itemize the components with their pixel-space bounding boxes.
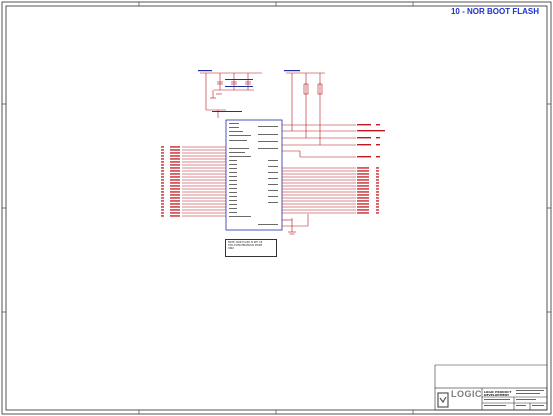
data-net-label — [357, 212, 369, 214]
sheet-title: 10 - NOR BOOT FLASH — [450, 7, 539, 16]
data-bus-right-labels — [357, 167, 379, 214]
data-pin-number — [376, 188, 379, 190]
address-net-label — [170, 197, 180, 199]
address-net-label — [170, 149, 180, 151]
data-pin-number — [376, 212, 379, 214]
address-pin-number — [161, 146, 164, 148]
control-signal-labels — [357, 124, 385, 158]
address-net-label — [170, 215, 180, 217]
address-net-label — [170, 146, 180, 148]
address-net-label — [170, 209, 180, 211]
address-net-label — [170, 194, 180, 196]
data-net-label — [357, 170, 369, 172]
data-net-label — [357, 188, 369, 190]
address-net-label — [170, 206, 180, 208]
data-net-label — [357, 209, 369, 211]
data-net-label — [357, 167, 369, 169]
address-net-label — [170, 173, 180, 175]
data-net-label — [357, 203, 369, 205]
address-pin-number — [161, 179, 164, 181]
async-mode-note: NOTE: NOR FLASH IS SET UP FOR ASYNCHRONO… — [225, 239, 277, 257]
data-pin-number — [376, 185, 379, 187]
address-pin-number — [161, 176, 164, 178]
address-net-label — [170, 164, 180, 166]
data-net-label — [357, 173, 369, 175]
address-pin-number — [161, 194, 164, 196]
address-net-label — [170, 158, 180, 160]
logo-wordmark: LOGIC — [451, 389, 482, 399]
address-pin-number — [161, 161, 164, 163]
address-pin-number — [161, 167, 164, 169]
nor-flash-chip — [225, 119, 283, 231]
data-pin-number — [376, 170, 379, 172]
data-pin-number — [376, 191, 379, 193]
data-pin-number — [376, 173, 379, 175]
address-pin-number — [161, 164, 164, 166]
data-pin-number — [376, 197, 379, 199]
address-net-label — [170, 176, 180, 178]
pullup-resistors — [286, 72, 325, 145]
data-pin-number — [376, 179, 379, 181]
address-net-label — [170, 152, 180, 154]
data-net-label — [357, 200, 369, 202]
address-pin-number — [161, 155, 164, 157]
data-pin-number — [376, 200, 379, 202]
data-pin-number — [376, 182, 379, 184]
data-net-label — [357, 182, 369, 184]
data-net-label — [357, 206, 369, 208]
address-pin-number — [161, 158, 164, 160]
data-net-label — [357, 191, 369, 193]
address-pin-number — [161, 215, 164, 217]
data-net-label — [357, 185, 369, 187]
data-net-label — [357, 176, 369, 178]
address-net-label — [170, 212, 180, 214]
address-net-label — [170, 161, 180, 163]
data-pin-number — [376, 176, 379, 178]
data-pin-number — [376, 203, 379, 205]
address-pin-number — [161, 185, 164, 187]
data-net-label — [357, 194, 369, 196]
data-bus-right — [282, 167, 356, 214]
control-signals-right — [282, 124, 356, 158]
address-net-label — [170, 167, 180, 169]
address-pin-number — [161, 200, 164, 202]
address-net-label — [170, 203, 180, 205]
address-pin-number — [161, 182, 164, 184]
address-pin-number — [161, 197, 164, 199]
address-pin-number — [161, 212, 164, 214]
address-pin-number — [161, 209, 164, 211]
address-net-label — [170, 182, 180, 184]
address-pin-number — [161, 170, 164, 172]
data-pin-number — [376, 167, 379, 169]
address-net-label — [170, 191, 180, 193]
address-pin-number — [161, 188, 164, 190]
address-net-label — [170, 155, 180, 157]
address-pin-number — [161, 173, 164, 175]
note-line-3: ONLY — [228, 247, 235, 251]
data-pin-number — [376, 206, 379, 208]
data-net-label — [357, 179, 369, 181]
data-pin-number — [376, 194, 379, 196]
company-line-2: DEVELOPMENT — [484, 393, 510, 398]
address-net-label — [170, 188, 180, 190]
data-net-label — [357, 197, 369, 199]
address-pin-number — [161, 203, 164, 205]
address-net-label — [170, 179, 180, 181]
address-pin-number — [161, 149, 164, 151]
address-pin-number — [161, 191, 164, 193]
address-pin-number — [161, 206, 164, 208]
title-block-company: LOGIC PRODUCT DEVELOPMENT — [484, 390, 511, 398]
address-net-label — [170, 200, 180, 202]
schematic-sheet — [1, 1, 552, 415]
address-pin-number — [161, 152, 164, 154]
data-pin-number — [376, 209, 379, 211]
address-bus-left-labels — [161, 146, 180, 217]
address-bus-left — [182, 146, 226, 217]
address-net-label — [170, 185, 180, 187]
address-net-label — [170, 170, 180, 172]
